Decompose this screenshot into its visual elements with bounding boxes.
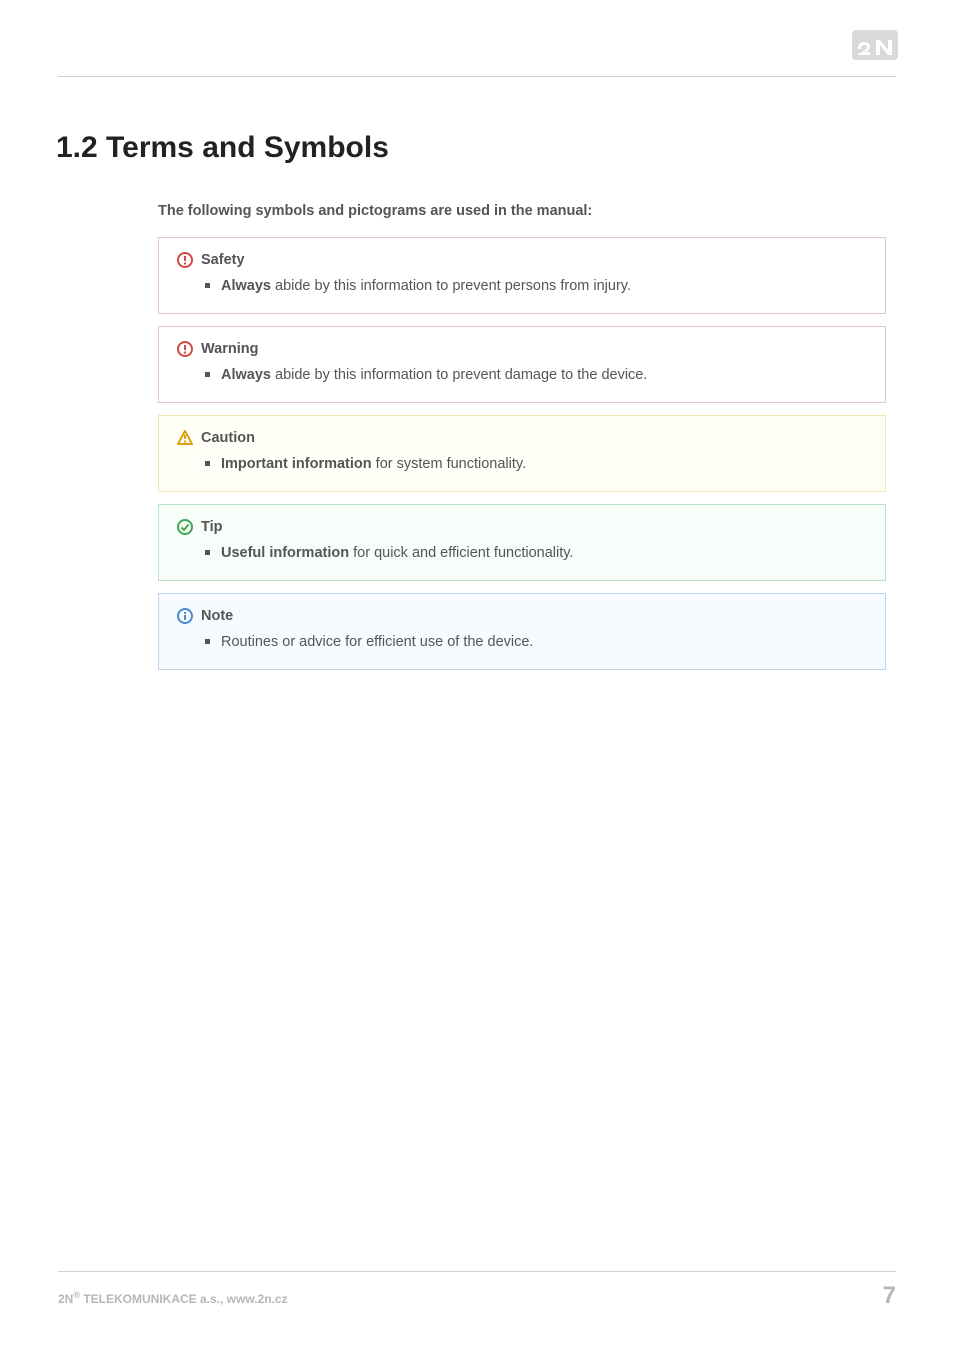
callout-bold: Useful information (221, 545, 349, 561)
callout-caution: Caution Important information for system… (158, 415, 886, 492)
callout-item: Important information for system functio… (221, 454, 869, 475)
warning-triangle-icon (177, 430, 193, 446)
info-circle-icon (177, 608, 193, 624)
check-circle-icon (177, 519, 193, 535)
footer-company: 2N® TELEKOMUNIKACE a.s., www.2n.cz (58, 1290, 288, 1306)
footer-company-prefix: 2N (58, 1292, 73, 1306)
callout-text: Routines or advice for efficient use of … (221, 634, 533, 650)
callout-item: Routines or advice for efficient use of … (221, 632, 869, 653)
callout-note: Note Routines or advice for efficient us… (158, 593, 886, 670)
callout-item: Useful information for quick and efficie… (221, 543, 869, 564)
callout-text: for quick and efficient functionality. (349, 545, 573, 561)
callout-text: abide by this information to prevent dam… (271, 367, 647, 383)
callout-bold: Important information (221, 456, 372, 472)
footer-company-rest: TELEKOMUNIKACE a.s., www.2n.cz (80, 1292, 288, 1306)
callout-title: Note (201, 608, 233, 624)
alert-circle-icon (177, 341, 193, 357)
callout-warning: Warning Always abide by this information… (158, 326, 886, 403)
callout-item: Always abide by this information to prev… (221, 365, 869, 386)
callout-bold: Always (221, 367, 271, 383)
intro-text: The following symbols and pictograms are… (158, 203, 896, 219)
callout-title: Warning (201, 341, 258, 357)
callout-tip: Tip Useful information for quick and eff… (158, 504, 886, 581)
callout-title: Safety (201, 252, 245, 268)
footer-divider (58, 1271, 896, 1272)
callout-item: Always abide by this information to prev… (221, 276, 869, 297)
callout-list: Safety Always abide by this information … (158, 237, 886, 670)
page-footer: 2N® TELEKOMUNIKACE a.s., www.2n.cz 7 (58, 1271, 896, 1310)
page-number: 7 (883, 1282, 896, 1310)
header-divider (58, 76, 896, 77)
callout-safety: Safety Always abide by this information … (158, 237, 886, 314)
callout-title: Caution (201, 430, 255, 446)
callout-title: Tip (201, 519, 222, 535)
callout-text: for system functionality. (372, 456, 526, 472)
page-heading: 1.2 Terms and Symbols (56, 131, 896, 165)
brand-logo (852, 30, 898, 60)
callout-bold: Always (221, 278, 271, 294)
alert-circle-icon (177, 252, 193, 268)
footer-company-sup: ® (73, 1290, 80, 1300)
callout-text: abide by this information to prevent per… (271, 278, 631, 294)
